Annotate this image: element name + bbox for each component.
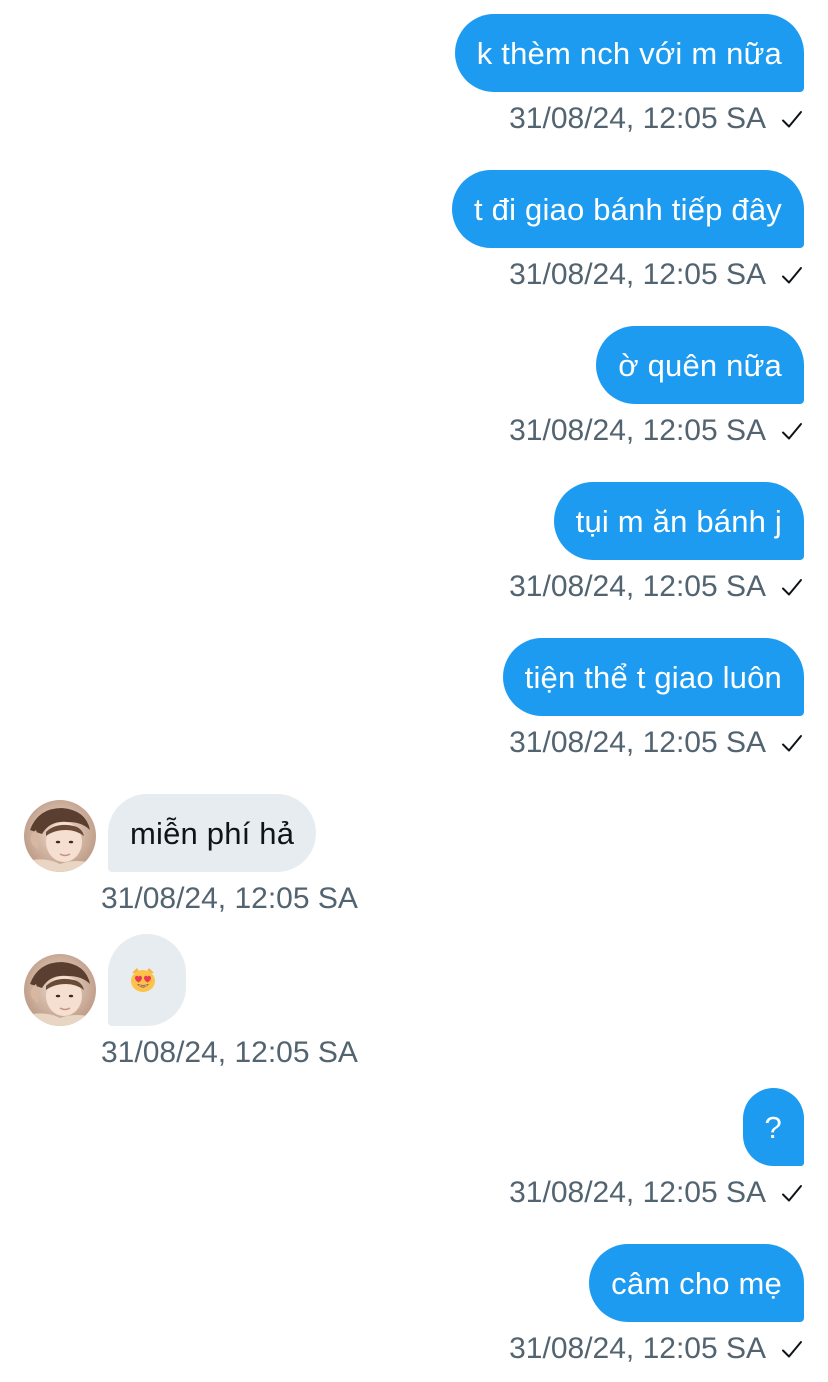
message-bubble[interactable] [108, 934, 186, 1026]
message-timestamp: 31/08/24, 12:05 SA [509, 570, 766, 603]
message-text: ờ quên nữa [618, 347, 782, 383]
avatar[interactable] [24, 800, 96, 872]
message-bubble[interactable]: k thèm nch với m nữa [454, 14, 804, 92]
avatar[interactable] [24, 954, 96, 1026]
message-bubble[interactable]: câm cho mẹ [589, 1244, 804, 1322]
heart-eyes-cat-emoji-icon [128, 965, 158, 995]
check-icon [780, 419, 804, 443]
message-meta: 31/08/24, 12:05 SA [509, 411, 804, 451]
message-timestamp: 31/08/24, 12:05 SA [509, 258, 766, 291]
check-icon [780, 1181, 804, 1205]
message-meta: 31/08/24, 12:05 SA [509, 99, 804, 139]
message-bubble[interactable]: miễn phí hả [108, 794, 317, 872]
message-bubble[interactable]: ờ quên nữa [596, 326, 804, 404]
message-timestamp: 31/08/24, 12:05 SA [509, 726, 766, 759]
message-meta: 31/08/24, 12:05 SA [509, 723, 804, 763]
message-meta: 31/08/24, 12:05 SA [101, 879, 358, 919]
check-icon [780, 263, 804, 287]
message-meta: 31/08/24, 12:05 SA [509, 1173, 804, 1213]
message-timestamp: 31/08/24, 12:05 SA [509, 102, 766, 135]
message-thread: k thèm nch với m nữa 31/08/24, 12:05 SA … [0, 0, 828, 1382]
message-meta: 31/08/24, 12:05 SA [509, 255, 804, 295]
message-bubble[interactable]: t đi giao bánh tiếp đây [452, 170, 804, 248]
message-bubble[interactable]: ? [742, 1088, 804, 1166]
message-timestamp: 31/08/24, 12:05 SA [509, 1176, 766, 1209]
message-timestamp: 31/08/24, 12:05 SA [101, 1036, 358, 1069]
message-text: tụi m ăn bánh j [575, 503, 782, 539]
message-text: ? [764, 1109, 782, 1145]
message-text: t đi giao bánh tiếp đây [474, 191, 782, 227]
check-icon [780, 107, 804, 131]
message-timestamp: 31/08/24, 12:05 SA [509, 1332, 766, 1365]
message-bubble[interactable]: tụi m ăn bánh j [553, 482, 804, 560]
message-bubble[interactable]: tiện thể t giao luôn [502, 638, 804, 716]
message-text: câm cho mẹ [611, 1265, 782, 1301]
message-meta: 31/08/24, 12:05 SA [101, 1033, 358, 1073]
check-icon [780, 1337, 804, 1361]
message-text: tiện thể t giao luôn [524, 659, 782, 695]
message-meta: 31/08/24, 12:05 SA [509, 1329, 804, 1369]
check-icon [780, 575, 804, 599]
message-meta: 31/08/24, 12:05 SA [509, 567, 804, 607]
message-text: k thèm nch với m nữa [476, 35, 782, 71]
message-text: miễn phí hả [130, 815, 295, 851]
message-timestamp: 31/08/24, 12:05 SA [101, 882, 358, 915]
check-icon [780, 731, 804, 755]
message-timestamp: 31/08/24, 12:05 SA [509, 414, 766, 447]
